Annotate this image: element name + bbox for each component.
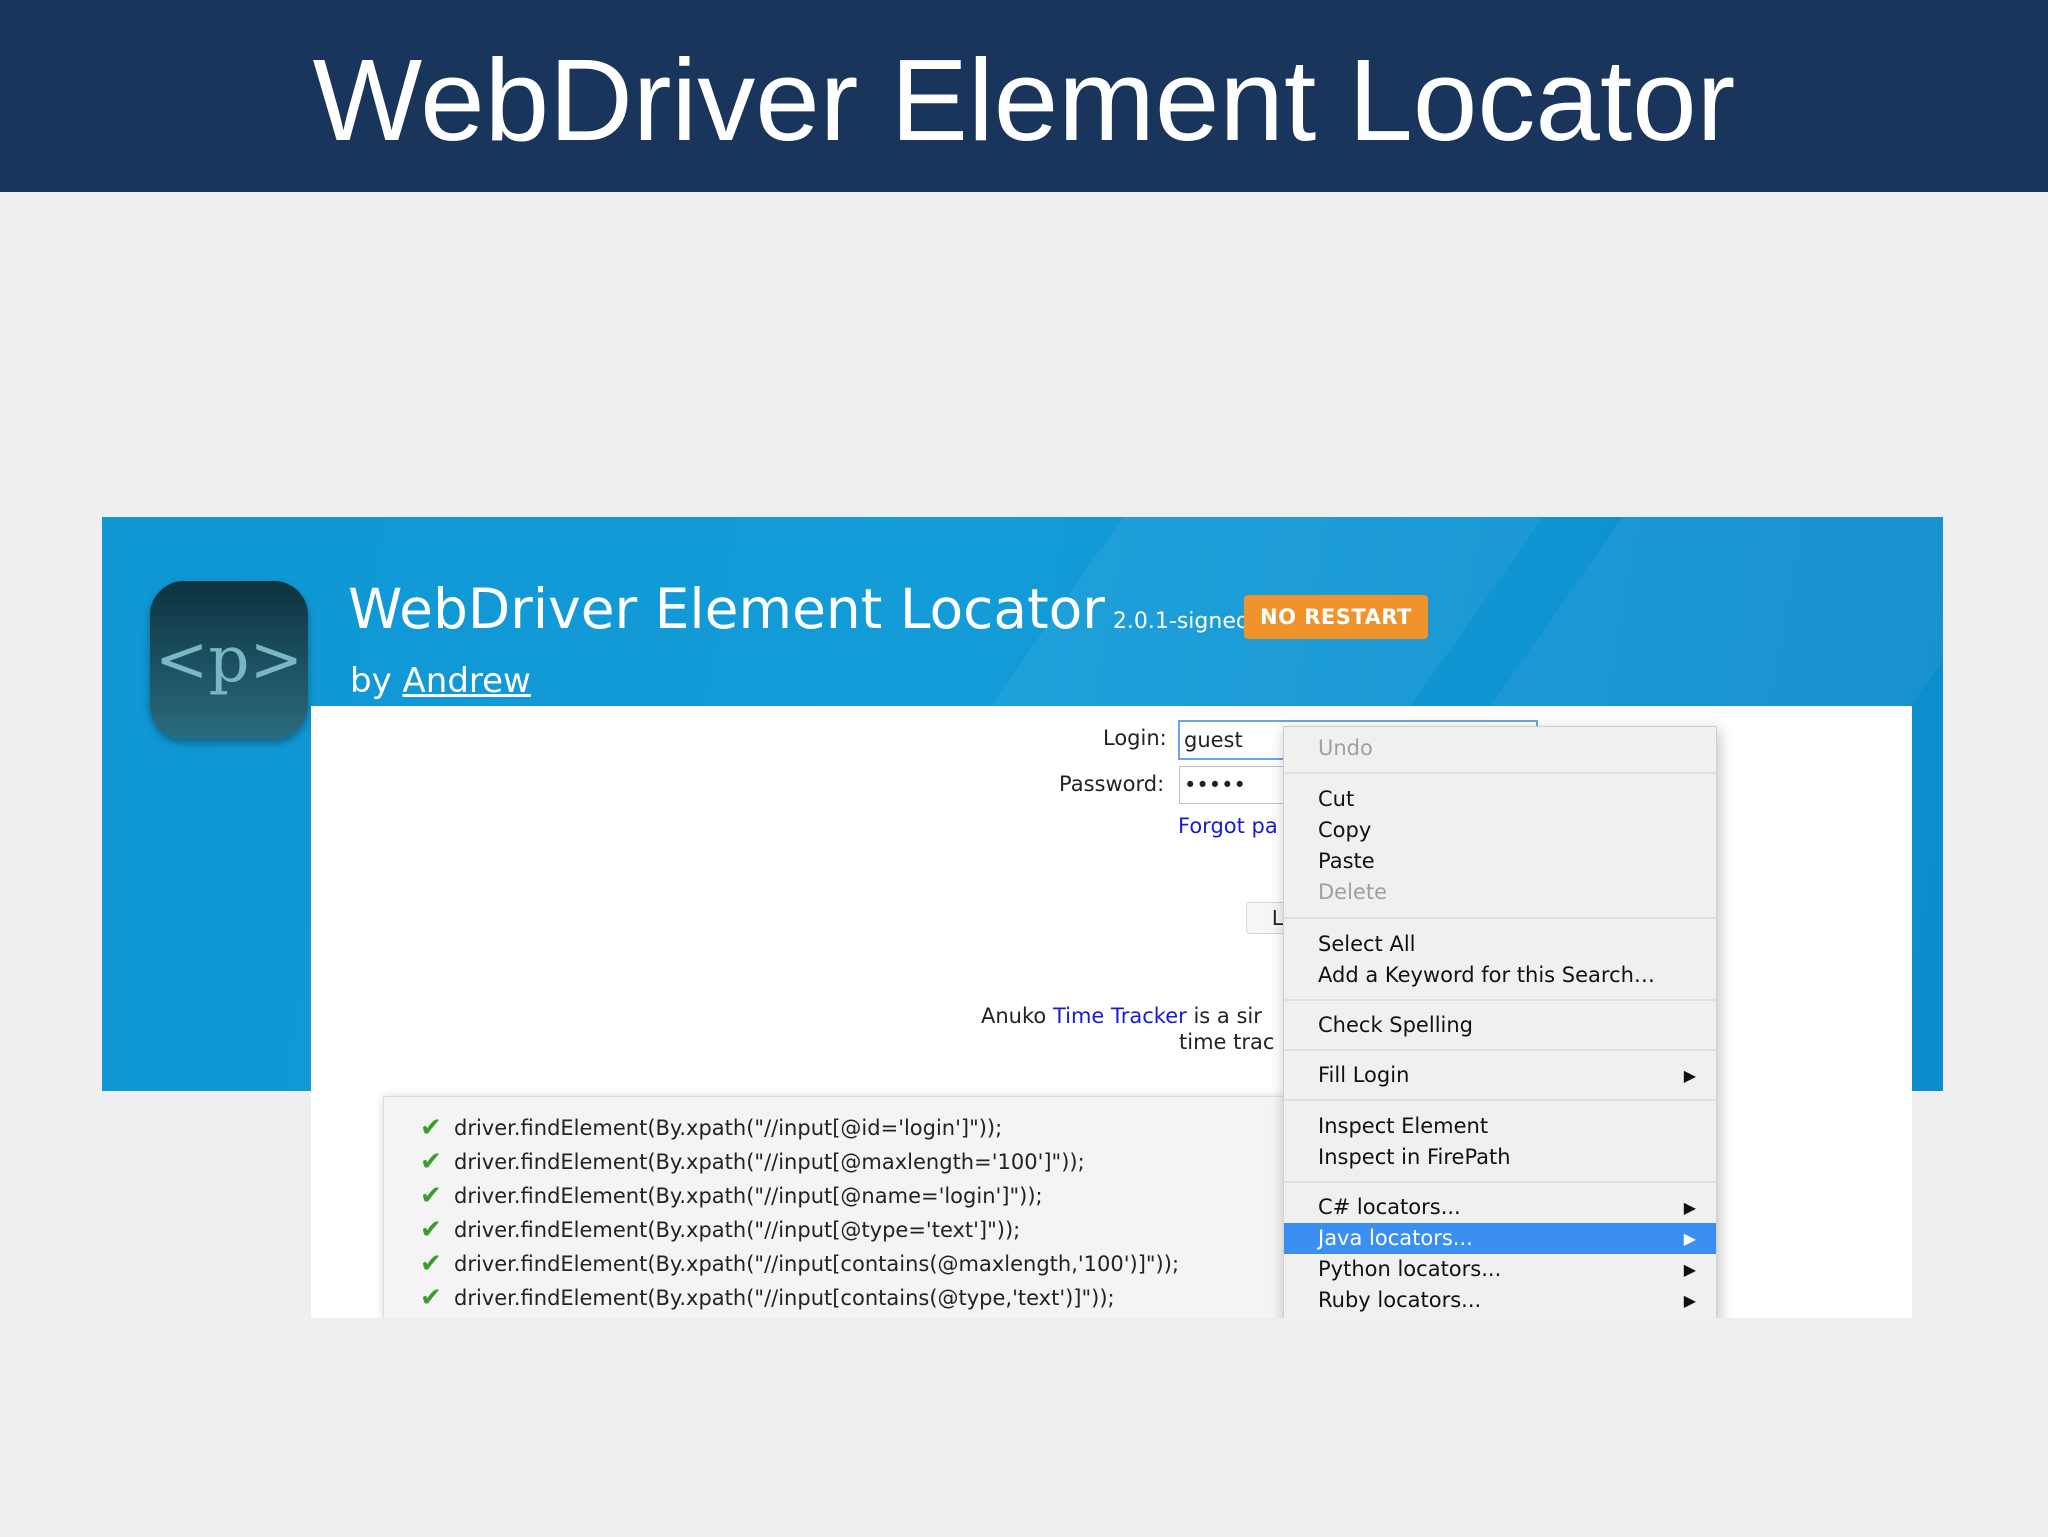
context-menu: Undo Cut Copy Paste Delete Select All Ad… <box>1283 726 1717 1318</box>
submenu-arrow-icon: ▶ <box>1683 1066 1696 1085</box>
locator-row[interactable]: ✔ driver.findElement(By.xpath("//input[@t… <box>420 1213 1020 1247</box>
submenu-arrow-icon: ▶ <box>1683 1260 1696 1279</box>
menu-item-undo[interactable]: Undo <box>1284 733 1716 764</box>
forgot-password-link[interactable]: Forgot pa <box>1178 814 1278 838</box>
menu-item-cut[interactable]: Cut <box>1284 784 1716 815</box>
menu-separator <box>1284 917 1716 919</box>
locator-row[interactable]: ✔ driver.findElement(By.xpath("//input[@m… <box>420 1145 1085 1179</box>
time-tracker-link[interactable]: Time Tracker <box>1053 1004 1187 1028</box>
locator-row[interactable]: ✔ driver.findElement(By.xpath("//input[co… <box>420 1281 1115 1315</box>
locator-text: driver.findElement(By.xpath("//input[@ty… <box>454 1218 1021 1242</box>
password-label: Password: <box>1059 772 1165 796</box>
locator-text: driver.findElement(By.xpath("//input[con… <box>454 1252 1180 1276</box>
locator-row[interactable]: ✔ driver.findElement(By.xpath("//input[@n… <box>420 1179 1043 1213</box>
footer-text: Anuko Time Tracker is a sir <box>981 1004 1262 1028</box>
locator-text: driver.findElement(By.xpath("//input[@ma… <box>454 1150 1085 1174</box>
footer-suffix: is a sir <box>1193 1004 1262 1028</box>
locator-text: driver.findElement(By.xpath("//input[@id… <box>454 1116 1003 1140</box>
menu-item-fill-login[interactable]: Fill Login ▶ <box>1284 1060 1716 1091</box>
app-logo-icon: <p> <box>150 581 308 739</box>
check-icon: ✔ <box>420 1147 442 1177</box>
locator-row[interactable]: ✔ driver.findElement(By.xpath("//input[@i… <box>420 1111 1002 1145</box>
menu-item-csharp-locators[interactable]: C# locators... ▶ <box>1284 1192 1716 1223</box>
extension-name: WebDriver Element Locator <box>348 577 1105 641</box>
menu-item-paste[interactable]: Paste <box>1284 846 1716 877</box>
no-restart-badge: NO RESTART <box>1244 595 1428 639</box>
check-icon: ✔ <box>420 1113 442 1143</box>
menu-separator <box>1284 1099 1716 1101</box>
login-label: Login: <box>1103 726 1167 750</box>
check-icon: ✔ <box>420 1215 442 1245</box>
locator-text: driver.findElement(By.xpath("//input[@na… <box>454 1184 1043 1208</box>
menu-item-select-all[interactable]: Select All <box>1284 929 1716 960</box>
slide-title: WebDriver Element Locator <box>312 35 1736 165</box>
menu-separator <box>1284 1181 1716 1183</box>
locator-row[interactable]: ✔ driver.findElement(By.xpath("//input[co… <box>420 1247 1179 1281</box>
menu-item-label: Fill Login <box>1318 1063 1410 1087</box>
menu-separator <box>1284 999 1716 1001</box>
by-prefix: by <box>350 661 392 701</box>
footer-prefix: Anuko <box>981 1004 1047 1028</box>
menu-separator <box>1284 1049 1716 1051</box>
locator-text: driver.findElement(By.xpath("//input[con… <box>454 1286 1115 1310</box>
menu-item-inspect-element[interactable]: Inspect Element <box>1284 1111 1716 1142</box>
check-icon: ✔ <box>420 1283 442 1313</box>
menu-item-ruby-locators[interactable]: Ruby locators... ▶ <box>1284 1285 1716 1316</box>
locator-panel: ✔ driver.findElement(By.xpath("//input[@i… <box>383 1096 1290 1318</box>
menu-item-copy[interactable]: Copy <box>1284 815 1716 846</box>
menu-item-check-spelling[interactable]: Check Spelling <box>1284 1010 1716 1041</box>
footer-line-2: time trac <box>1179 1030 1275 1054</box>
menu-item-label: C# locators... <box>1318 1195 1461 1219</box>
submenu-arrow-icon: ▶ <box>1683 1229 1696 1248</box>
submenu-arrow-icon: ▶ <box>1683 1198 1696 1217</box>
menu-item-java-locators[interactable]: Java locators... ▶ <box>1284 1223 1716 1254</box>
author-link[interactable]: Andrew <box>403 661 531 701</box>
menu-item-label: Ruby locators... <box>1318 1288 1482 1312</box>
menu-separator <box>1284 772 1716 774</box>
extension-title: WebDriver Element Locator 2.0.1-signed <box>348 577 1250 641</box>
menu-item-add-keyword[interactable]: Add a Keyword for this Search… <box>1284 960 1716 991</box>
browser-screenshot: Login: guest Password: ••••• Forgot pa L… <box>311 706 1912 1318</box>
extension-version: 2.0.1-signed <box>1112 609 1250 634</box>
menu-item-delete[interactable]: Delete <box>1284 877 1716 908</box>
menu-item-inspect-firepath[interactable]: Inspect in FirePath <box>1284 1142 1716 1173</box>
check-icon: ✔ <box>420 1181 442 1211</box>
check-icon: ✔ <box>420 1249 442 1279</box>
menu-item-label: Java locators... <box>1318 1226 1473 1250</box>
slide-title-bar: WebDriver Element Locator <box>0 0 2048 192</box>
menu-item-python-locators[interactable]: Python locators... ▶ <box>1284 1254 1716 1285</box>
author-byline: by Andrew <box>350 661 531 701</box>
menu-item-label: Python locators... <box>1318 1257 1502 1281</box>
submenu-arrow-icon: ▶ <box>1683 1291 1696 1310</box>
